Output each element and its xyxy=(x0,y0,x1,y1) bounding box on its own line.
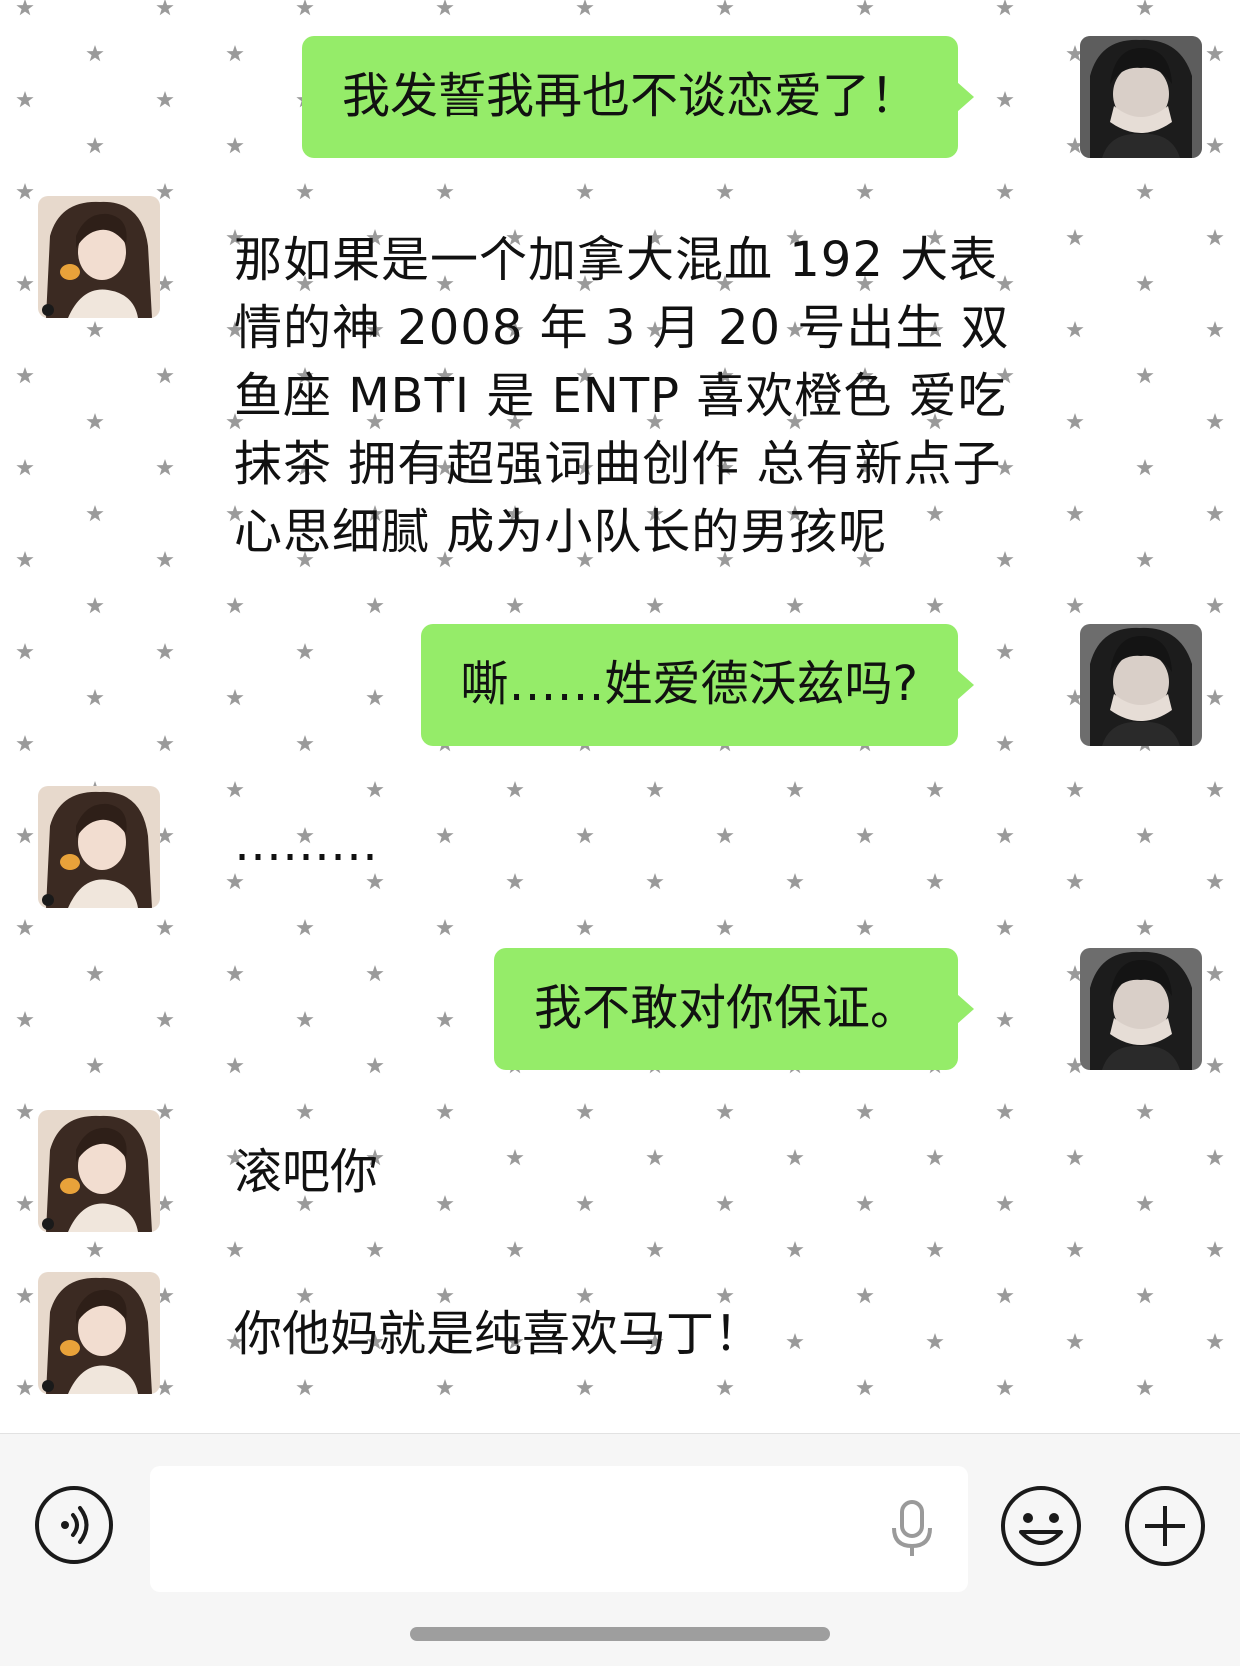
wallpaper-star xyxy=(436,0,454,16)
incoming-message-text[interactable]: 那如果是一个加拿大混血 192 大表情的神 2008 年 3 月 20 号出生 … xyxy=(234,226,1024,566)
contact-avatar[interactable] xyxy=(38,1110,160,1232)
wallpaper-star xyxy=(856,919,874,936)
message-row-outgoing: 嘶……姓爱德沃兹吗? xyxy=(0,624,1240,748)
contact-avatar[interactable] xyxy=(38,196,160,318)
message-row-incoming: 滚吧你 xyxy=(0,1110,1240,1234)
wallpaper-star xyxy=(506,597,524,614)
wallpaper-star xyxy=(786,1241,804,1258)
wallpaper-star xyxy=(716,0,734,16)
wallpaper-star xyxy=(156,0,174,16)
wallpaper-star xyxy=(16,919,34,936)
wallpaper-star xyxy=(1136,0,1154,16)
wallpaper-star xyxy=(1066,1241,1084,1258)
incoming-message-text[interactable]: ……… xyxy=(234,810,378,878)
wallpaper-star xyxy=(1206,1241,1224,1258)
chat-area: 我发誓我再也不谈恋爱了！ 那如果是一个加拿大混血 192 大表情的神 2008 … xyxy=(0,0,1240,1433)
outgoing-message-bubble[interactable]: 我发誓我再也不谈恋爱了！ xyxy=(301,36,975,158)
wallpaper-star xyxy=(506,1241,524,1258)
wallpaper-star xyxy=(366,597,384,614)
wallpaper-star xyxy=(996,0,1014,16)
plus-icon[interactable] xyxy=(1123,1484,1207,1568)
wallpaper-star xyxy=(576,919,594,936)
message-row-outgoing: 我发誓我再也不谈恋爱了！ xyxy=(0,36,1240,160)
contact-avatar[interactable] xyxy=(38,786,160,908)
wallpaper-star xyxy=(996,919,1014,936)
wallpaper-star xyxy=(1206,597,1224,614)
wallpaper-star xyxy=(576,0,594,16)
wallpaper-star xyxy=(926,1241,944,1258)
my-avatar[interactable] xyxy=(1080,624,1202,746)
message-row-incoming: 你他妈就是纯喜欢马丁！ xyxy=(0,1272,1240,1396)
message-text: 我发誓我再也不谈恋爱了！ xyxy=(341,68,918,124)
wallpaper-star xyxy=(16,0,34,16)
wallpaper-star xyxy=(786,597,804,614)
voice-mode-icon[interactable] xyxy=(33,1484,115,1566)
microphone-icon[interactable] xyxy=(888,1500,936,1560)
wallpaper-star xyxy=(716,919,734,936)
wallpaper-star xyxy=(366,1241,384,1258)
wallpaper-star xyxy=(1136,919,1154,936)
emoji-icon[interactable] xyxy=(999,1484,1083,1568)
message-row-incoming: 那如果是一个加拿大混血 192 大表情的神 2008 年 3 月 20 号出生 … xyxy=(0,196,1240,566)
wallpaper-star xyxy=(856,0,874,16)
outgoing-message-bubble[interactable]: 我不敢对你保证。 xyxy=(493,948,975,1070)
wallpaper-star xyxy=(156,919,174,936)
incoming-message-text[interactable]: 滚吧你 xyxy=(234,1138,378,1206)
outgoing-message-bubble[interactable]: 嘶……姓爱德沃兹吗? xyxy=(420,624,975,746)
wallpaper-star xyxy=(86,597,104,614)
wallpaper-star xyxy=(926,597,944,614)
message-input[interactable] xyxy=(150,1466,968,1592)
my-avatar[interactable] xyxy=(1080,948,1202,1070)
wallpaper-star xyxy=(86,1241,104,1258)
wallpaper-star xyxy=(436,919,454,936)
wallpaper-star xyxy=(296,0,314,16)
wallpaper-star xyxy=(226,597,244,614)
message-row-incoming: ……… xyxy=(0,786,1240,910)
wallpaper-star xyxy=(646,597,664,614)
my-avatar[interactable] xyxy=(1080,36,1202,158)
message-row-outgoing: 我不敢对你保证。 xyxy=(0,948,1240,1072)
wallpaper-star xyxy=(1066,597,1084,614)
wallpaper-star xyxy=(296,919,314,936)
home-indicator[interactable] xyxy=(410,1627,830,1641)
incoming-message-text[interactable]: 你他妈就是纯喜欢马丁！ xyxy=(234,1300,762,1368)
wallpaper-star xyxy=(226,1241,244,1258)
contact-avatar[interactable] xyxy=(38,1272,160,1394)
wallpaper-star xyxy=(646,1241,664,1258)
message-text: 嘶……姓爱德沃兹吗? xyxy=(460,656,918,712)
message-text: 我不敢对你保证。 xyxy=(533,980,918,1036)
